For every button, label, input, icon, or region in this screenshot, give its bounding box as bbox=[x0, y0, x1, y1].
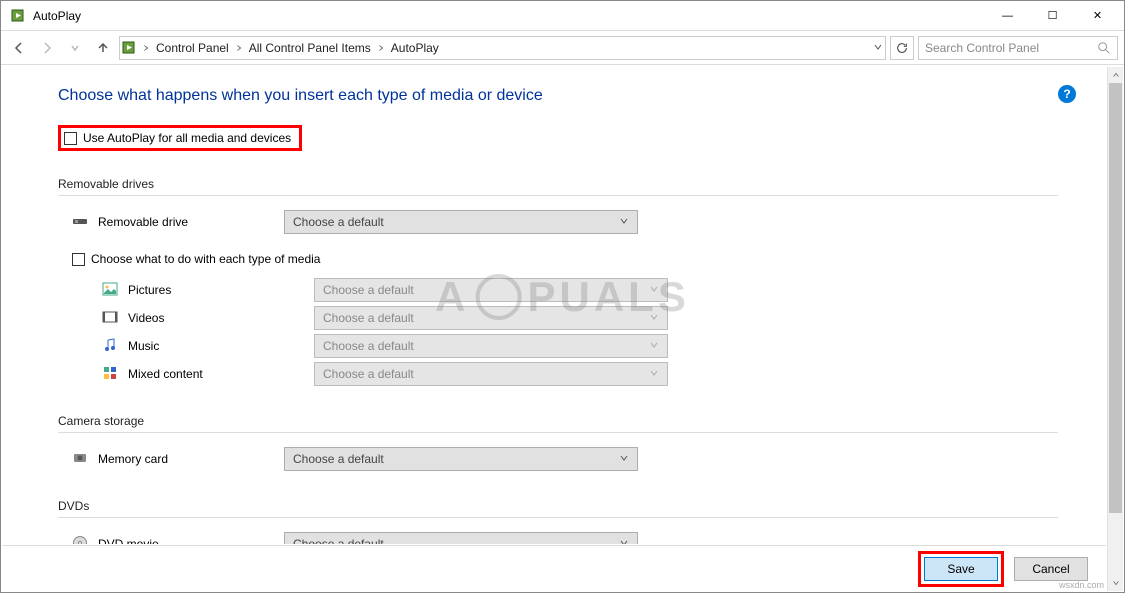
vertical-scrollbar[interactable] bbox=[1107, 67, 1123, 591]
music-select[interactable]: Choose a default bbox=[314, 334, 668, 358]
breadcrumb[interactable]: All Control Panel Items bbox=[247, 41, 373, 55]
cancel-button[interactable]: Cancel bbox=[1014, 557, 1088, 581]
title-bar: AutoPlay — ☐ ✕ bbox=[1, 1, 1124, 31]
section-header-camera: Camera storage bbox=[58, 414, 1106, 428]
breadcrumb[interactable]: AutoPlay bbox=[389, 41, 441, 55]
recent-dropdown[interactable] bbox=[63, 36, 87, 60]
removable-drive-label: Removable drive bbox=[98, 215, 284, 229]
address-bar[interactable]: Control Panel All Control Panel Items Au… bbox=[119, 36, 886, 60]
search-placeholder: Search Control Panel bbox=[925, 41, 1091, 55]
window-title: AutoPlay bbox=[33, 9, 985, 23]
removable-drive-icon bbox=[72, 213, 90, 231]
pictures-select[interactable]: Choose a default bbox=[314, 278, 668, 302]
memory-card-select[interactable]: Choose a default bbox=[284, 447, 638, 471]
videos-label: Videos bbox=[128, 311, 314, 325]
dvd-icon bbox=[72, 535, 90, 544]
page-title: Choose what happens when you insert each… bbox=[58, 87, 1106, 105]
highlight-annotation: Use AutoPlay for all media and devices bbox=[58, 125, 302, 151]
help-icon[interactable]: ? bbox=[1058, 85, 1076, 103]
autoplay-icon bbox=[122, 40, 138, 56]
forward-button[interactable] bbox=[35, 36, 59, 60]
videos-icon bbox=[102, 309, 120, 327]
search-icon bbox=[1097, 41, 1111, 55]
use-autoplay-checkbox[interactable] bbox=[64, 132, 77, 145]
use-autoplay-label: Use AutoPlay for all media and devices bbox=[83, 131, 291, 145]
videos-select[interactable]: Choose a default bbox=[314, 306, 668, 330]
address-dropdown[interactable] bbox=[873, 41, 883, 55]
search-input[interactable]: Search Control Panel bbox=[918, 36, 1118, 60]
mixed-content-label: Mixed content bbox=[128, 367, 314, 381]
autoplay-icon bbox=[11, 8, 27, 24]
memory-card-label: Memory card bbox=[98, 452, 284, 466]
scrollbar-thumb[interactable] bbox=[1109, 83, 1122, 513]
maximize-button[interactable]: ☐ bbox=[1030, 1, 1075, 31]
chevron-down-icon bbox=[649, 311, 659, 325]
chevron-down-icon bbox=[649, 367, 659, 381]
close-button[interactable]: ✕ bbox=[1075, 1, 1120, 31]
mixed-content-icon bbox=[102, 365, 120, 383]
chevron-down-icon bbox=[619, 215, 629, 229]
dvd-movie-select[interactable]: Choose a default bbox=[284, 532, 638, 544]
back-button[interactable] bbox=[7, 36, 31, 60]
chevron-right-icon bbox=[377, 41, 385, 55]
scroll-down-button[interactable] bbox=[1108, 575, 1123, 591]
nav-bar: Control Panel All Control Panel Items Au… bbox=[1, 31, 1124, 65]
section-header-dvds: DVDs bbox=[58, 499, 1106, 513]
section-header-removable: Removable drives bbox=[58, 177, 1106, 191]
highlight-annotation: Save bbox=[918, 551, 1004, 587]
bottom-bar: Save Cancel bbox=[2, 545, 1106, 591]
choose-each-type-checkbox[interactable] bbox=[72, 253, 85, 266]
pictures-label: Pictures bbox=[128, 283, 314, 297]
choose-each-type-label: Choose what to do with each type of medi… bbox=[91, 252, 320, 266]
save-button[interactable]: Save bbox=[924, 557, 998, 581]
up-button[interactable] bbox=[91, 36, 115, 60]
chevron-right-icon bbox=[142, 41, 150, 55]
attribution: wsxdn.com bbox=[1059, 580, 1104, 590]
chevron-down-icon bbox=[649, 339, 659, 353]
chevron-right-icon bbox=[235, 41, 243, 55]
memory-card-icon bbox=[72, 450, 90, 468]
mixed-content-select[interactable]: Choose a default bbox=[314, 362, 668, 386]
chevron-down-icon bbox=[649, 283, 659, 297]
scroll-up-button[interactable] bbox=[1108, 67, 1123, 83]
dvd-movie-label: DVD movie bbox=[98, 537, 284, 544]
chevron-down-icon bbox=[619, 452, 629, 466]
breadcrumb[interactable]: Control Panel bbox=[154, 41, 231, 55]
pictures-icon bbox=[102, 281, 120, 299]
removable-drive-select[interactable]: Choose a default bbox=[284, 210, 638, 234]
minimize-button[interactable]: — bbox=[985, 1, 1030, 31]
music-icon bbox=[102, 337, 120, 355]
music-label: Music bbox=[128, 339, 314, 353]
refresh-button[interactable] bbox=[890, 36, 914, 60]
chevron-down-icon bbox=[619, 537, 629, 544]
